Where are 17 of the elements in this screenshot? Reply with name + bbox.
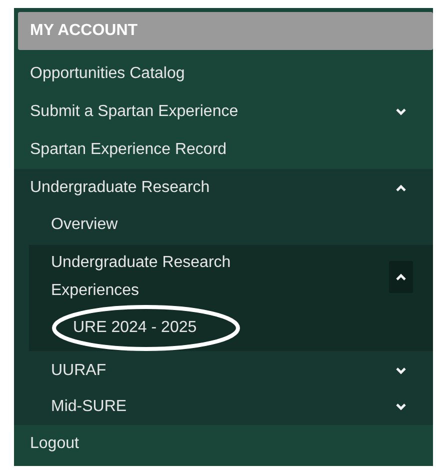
chevron-down-icon[interactable] [395,403,407,411]
menu-link[interactable]: Mid-SURE [18,389,433,425]
chevron-down-icon[interactable] [395,108,407,116]
menu-link[interactable]: Undergraduate Research [18,169,433,207]
menu-header: MY ACCOUNT [18,12,433,50]
menu-link[interactable]: Logout [18,425,433,463]
menu-link[interactable]: Spartan Experience Record [18,131,433,169]
chevron-down-icon[interactable] [395,367,407,375]
menu-link[interactable]: URE 2024 - 2025 [29,305,433,351]
menu-link[interactable]: Overview [18,207,433,243]
chevron-up-icon [395,273,407,281]
menu-link[interactable]: Opportunities Catalog [18,55,433,93]
chevron-up-icon[interactable] [395,184,407,192]
collapse-button[interactable] [389,261,413,293]
menu-link[interactable]: Undergraduate Research Experiences [29,249,433,305]
menu-link[interactable]: UURAF [18,353,433,389]
menu-link[interactable]: Submit a Spartan Experience [18,93,433,131]
